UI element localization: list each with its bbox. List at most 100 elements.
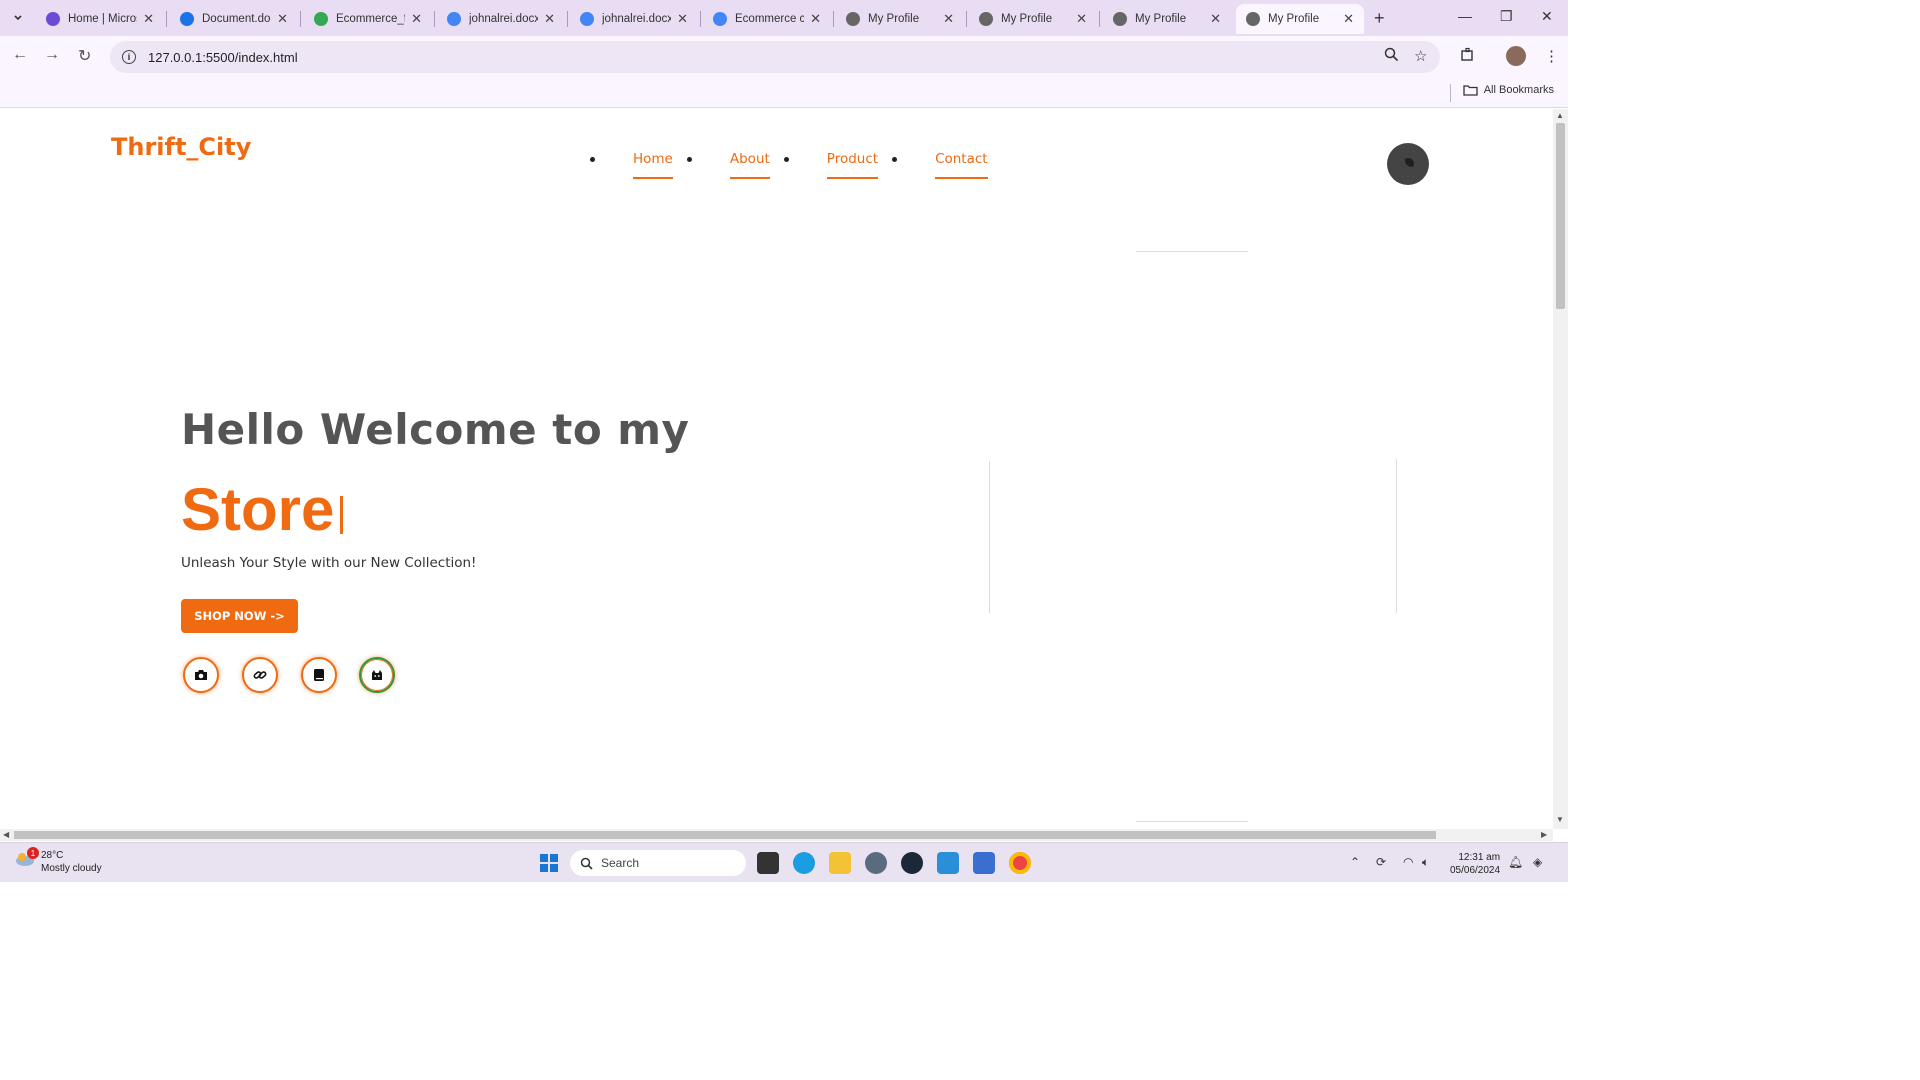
tab-close-icon[interactable]: ✕ [544,11,555,27]
bookmarks-bar: All Bookmarks [0,78,1568,108]
weather-widget[interactable]: 1 28°C Mostly cloudy [14,847,102,875]
clock-date: 05/06/2024 [1450,865,1501,876]
weather-temp: 28°C [41,850,64,861]
tab-close-icon[interactable]: ✕ [1210,11,1221,27]
tab-separator [567,11,568,27]
tray-overflow-icon[interactable]: ⌃ [1350,855,1360,869]
tab-favicon-icon [46,12,60,26]
browser-tab[interactable]: My Profile ✕ [969,4,1097,34]
tab-title: johnalrei.docx [469,13,539,25]
tab-separator [1099,11,1100,27]
browser-tab[interactable]: Home | Micros ✕ [36,4,164,34]
search-icon [580,857,593,870]
file-explorer-icon[interactable] [829,852,851,874]
tab-close-icon[interactable]: ✕ [143,11,154,27]
tab-favicon-icon [1246,12,1260,26]
back-button[interactable]: ← [12,46,28,64]
tab-close-icon[interactable]: ✕ [810,11,821,27]
tab-close-icon[interactable]: ✕ [943,11,954,27]
browser-tab[interactable]: johnalrei.docx ✕ [570,4,698,34]
sync-icon[interactable]: ⟳ [1376,855,1386,869]
book-icon [314,669,324,681]
taskview-icon[interactable] [757,852,779,874]
social-link-button[interactable] [242,657,278,693]
tab-favicon-icon [713,12,727,26]
tab-search-button[interactable] [8,8,28,28]
social-github-button[interactable] [359,657,395,693]
tab-favicon-icon [846,12,860,26]
scroll-up-icon[interactable]: ▲ [1556,111,1564,120]
tab-separator [833,11,834,27]
tab-favicon-icon [180,12,194,26]
browser-tab[interactable]: Ecommerce cc ✕ [703,4,831,34]
forward-button[interactable]: → [44,46,60,64]
tab-close-icon[interactable]: ✕ [1343,11,1354,27]
new-tab-button[interactable]: + [1374,8,1385,29]
vertical-scroll-thumb[interactable] [1556,123,1565,309]
restore-button[interactable]: ❐ [1500,8,1513,25]
decorative-line [1136,251,1248,252]
browser-tab[interactable]: My Profile ✕ [1236,4,1364,34]
taskbar-search[interactable]: Search [570,850,746,876]
nav-bullet [590,156,595,162]
nav-bullet [686,156,692,162]
nav-bullet [892,156,898,162]
copilot-icon[interactable]: ◈ [1533,855,1542,869]
menu-kebab-icon[interactable]: ⋮ [1544,47,1559,65]
tab-close-icon[interactable]: ✕ [411,11,422,27]
nav-link-contact[interactable]: Contact [935,151,988,179]
scroll-down-icon[interactable]: ▼ [1556,815,1564,824]
horizontal-scroll-thumb[interactable] [14,831,1436,839]
site-info-icon[interactable]: i [122,50,136,64]
horizontal-scrollbar[interactable]: ◀ ▶ [0,829,1553,841]
nav-link-about[interactable]: About [729,151,770,179]
nav-link-home[interactable]: Home [633,151,673,179]
all-bookmarks-button[interactable]: All Bookmarks [1463,84,1554,96]
shop-now-button[interactable]: SHOP NOW -> [181,599,298,633]
profile-avatar[interactable] [1506,46,1526,66]
cat-icon [372,670,382,680]
notification-bell-icon[interactable]: 🔔︎ [1508,855,1523,869]
nav-link-product[interactable]: Product [826,151,879,179]
windows-start-icon[interactable] [540,854,558,872]
social-book-button[interactable] [301,657,337,693]
volume-icon[interactable]: 🔈︎ [1422,855,1429,870]
tab-separator [300,11,301,27]
tab-title: My Profile [1135,13,1187,25]
browser-tab[interactable]: Ecommerce_fi ✕ [304,4,432,34]
browser-tab[interactable]: My Profile ✕ [836,4,964,34]
zoom-icon[interactable] [1384,47,1399,66]
tab-close-icon[interactable]: ✕ [677,11,688,27]
edge-icon[interactable] [793,852,815,874]
close-window-button[interactable]: ✕ [1541,8,1553,25]
vertical-scrollbar[interactable]: ▲ ▼ [1553,109,1568,829]
decorative-line [989,461,990,613]
hero-subtitle: Unleash Your Style with our New Collecti… [181,555,477,571]
browser-tab[interactable]: johnalrei.docx ✕ [437,4,565,34]
reload-button[interactable]: ↻ [78,46,91,66]
scroll-right-icon[interactable]: ▶ [1541,830,1547,839]
system-clock[interactable]: 12:31 am 05/06/2024 [1450,851,1500,877]
tab-separator [966,11,967,27]
hero-heading: Hello Welcome to my [181,405,690,454]
steam-icon[interactable] [901,852,923,874]
browser-tab[interactable]: Document.doc ✕ [170,4,298,34]
vscode-icon[interactable] [937,852,959,874]
site-logo[interactable]: Thrift_City [111,133,251,161]
wifi-icon[interactable]: ◠ [1403,855,1413,869]
address-bar[interactable]: i 127.0.0.1:5500/index.html [110,41,1440,73]
chrome-icon[interactable] [1009,852,1031,874]
extensions-icon[interactable] [1460,47,1475,66]
settings-icon[interactable] [865,852,887,874]
scroll-left-icon[interactable]: ◀ [3,830,9,839]
tab-close-icon[interactable]: ✕ [1076,11,1087,27]
social-instagram-button[interactable] [183,657,219,693]
tab-favicon-icon [314,12,328,26]
tab-title: Ecommerce_fi [336,13,406,25]
browser-tab[interactable]: My Profile ✕ [1103,4,1231,34]
bookmark-star-icon[interactable]: ☆ [1414,47,1427,65]
tab-close-icon[interactable]: ✕ [277,11,288,27]
minimize-button[interactable]: — [1458,8,1472,24]
dark-mode-toggle[interactable] [1387,143,1429,185]
notepad-icon[interactable] [973,852,995,874]
